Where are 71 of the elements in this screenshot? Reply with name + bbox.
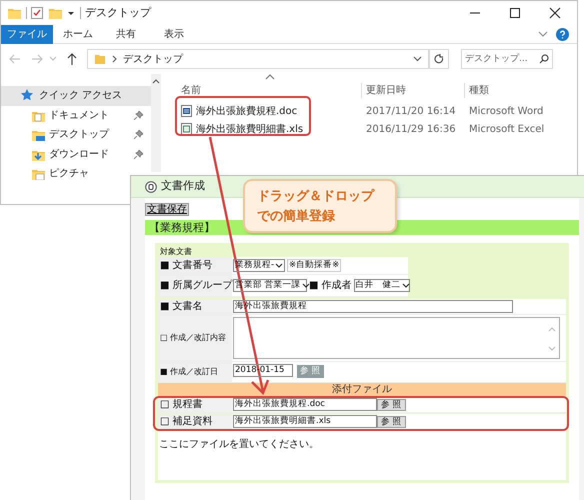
dropdown[interactable]: 白井 健二 (354, 279, 410, 292)
file-date: 2016/11/29 16:36 (365, 122, 457, 136)
column-header[interactable]: 名前 (181, 83, 361, 98)
back-arrow-icon (9, 54, 21, 64)
chevron-down-icon (275, 262, 284, 268)
sidebar-item[interactable]: ピクチャ (1, 164, 151, 184)
chevron-up-icon (152, 77, 160, 85)
star-icon (21, 89, 35, 102)
sidebar-item[interactable]: デスクトップ (1, 125, 151, 144)
search-field[interactable]: デスクトップ... (461, 49, 553, 69)
folder-icon (31, 167, 45, 180)
browse-button[interactable]: 参 照 (377, 416, 406, 428)
sidebar-item[interactable]: クイック アクセス (1, 86, 151, 106)
field-label: □ 規程書 (158, 397, 232, 412)
close-icon (549, 7, 561, 19)
forward-arrow-icon (31, 54, 43, 64)
address-bar[interactable]: デスクトップ (87, 49, 429, 69)
ribbon-tab[interactable]: 共有 (103, 24, 149, 44)
refresh-icon (434, 54, 444, 64)
field-label: ■ 文書番号 (158, 257, 232, 274)
ribbon-tab[interactable]: ファイル (1, 24, 53, 44)
file-path-field[interactable]: 海外出張旅費規程.doc (233, 398, 377, 411)
chevron-down-icon (538, 30, 548, 38)
word-document-icon (181, 105, 192, 117)
file-type: Microsoft Word (468, 104, 544, 118)
file-date: 2017/11/20 16:14 (365, 104, 457, 118)
field-label: ■ 所属グループ (158, 275, 232, 296)
save-button[interactable]: 文書保存 (145, 202, 189, 216)
help-icon (556, 28, 569, 40)
address-path: デスクトップ (123, 52, 183, 66)
callout-text: ドラッグ＆ドロップ (257, 188, 376, 206)
maximize-icon (509, 7, 521, 19)
column-header[interactable]: 種類 (464, 83, 489, 98)
chevron-down-icon (302, 282, 310, 288)
file-name[interactable]: 海外出張旅費明細書.xls (196, 122, 304, 136)
text-area[interactable] (233, 317, 560, 359)
group-label: 対象文書 (159, 246, 193, 257)
refresh-button[interactable] (429, 49, 449, 69)
sort-ascending-icon (265, 74, 275, 80)
window-title: 文書作成 (161, 178, 205, 194)
attachments-header: 添付ファイル (158, 383, 566, 396)
field-label: □ 作成／改訂内容 (158, 315, 232, 361)
spreadsheet-icon (181, 123, 192, 135)
drop-hint: ここにファイルを置いてください。 (159, 439, 319, 450)
up-arrow-icon (67, 53, 77, 65)
checklist-icon (31, 7, 43, 19)
ribbon-tab[interactable]: ホーム (55, 24, 101, 44)
chevron-right-icon (112, 55, 117, 63)
search-icon (539, 54, 549, 64)
sidebar-item[interactable]: ドキュメント (1, 106, 151, 125)
ribbon-tab[interactable]: 表示 (151, 24, 197, 44)
chevron-down-icon (402, 282, 410, 288)
field-label: ■ 文書名 (158, 299, 232, 314)
file-path-field[interactable]: 海外出張旅費明細書.xls (233, 415, 377, 428)
field-label: ■ 作成者 (309, 278, 352, 293)
chevron-down-icon (413, 56, 422, 62)
column-header[interactable]: 更新日時 (361, 83, 464, 98)
file-name[interactable]: 海外出張旅費規程.doc (196, 104, 298, 118)
sidebar-item[interactable]: ダウンロード (1, 144, 151, 164)
chevron-down-icon (49, 56, 57, 62)
file-type: Microsoft Excel (468, 122, 544, 136)
field-label: □ 補足資料 (158, 414, 232, 429)
folder-icon (94, 53, 106, 65)
folder-icon (7, 6, 22, 20)
field-label: ■ 作成／改訂日 (158, 362, 232, 382)
folder-icon (31, 128, 45, 142)
browse-button[interactable]: 参 照 (377, 398, 406, 410)
folder-icon (48, 6, 63, 20)
scrollbar[interactable] (151, 74, 161, 172)
auto-number-note: ※自動採番※ (287, 259, 342, 272)
window-title: デスクトップ (85, 4, 151, 21)
